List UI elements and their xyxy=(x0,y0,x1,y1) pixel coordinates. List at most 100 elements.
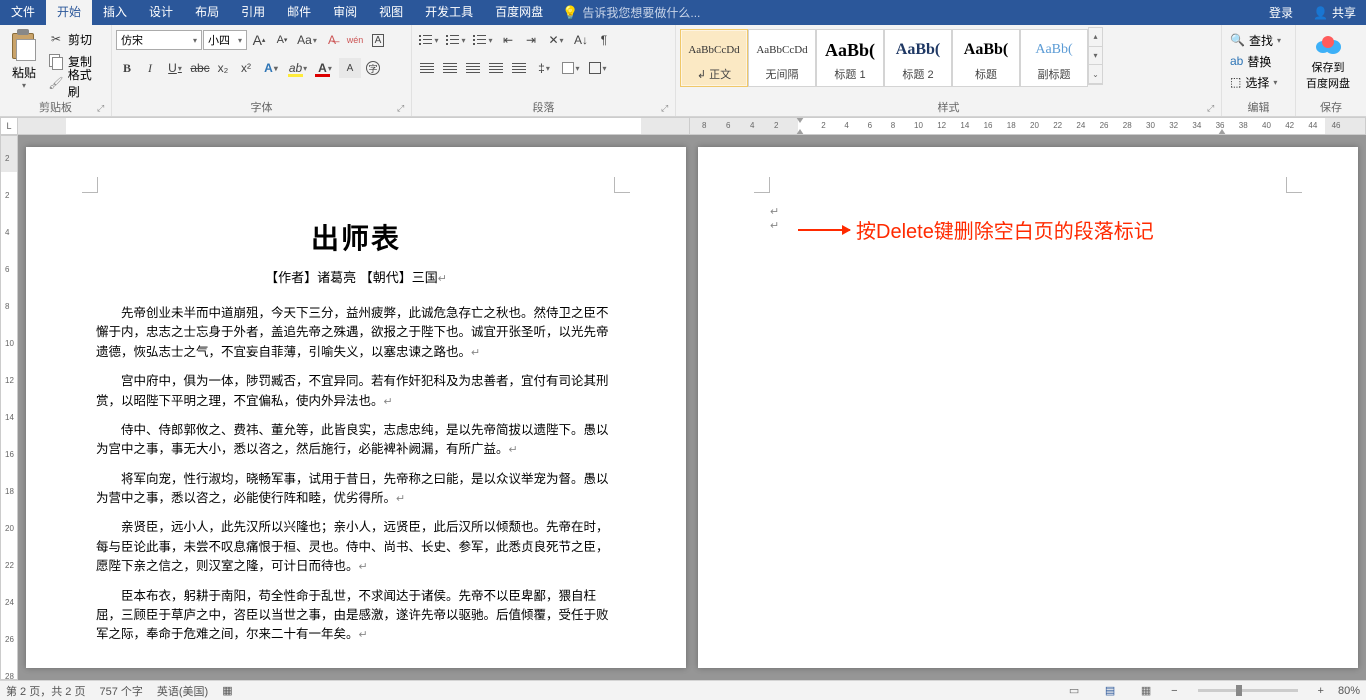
zoom-slider[interactable] xyxy=(1198,689,1298,692)
line-spacing-button[interactable]: ‡▾ xyxy=(531,58,557,78)
cloud-icon xyxy=(1311,29,1345,59)
char-shading-button[interactable]: A xyxy=(339,58,361,78)
align-distribute-button[interactable] xyxy=(508,58,530,78)
align-justify-icon xyxy=(489,63,503,74)
grow-font-button[interactable]: A▴ xyxy=(248,30,270,50)
group-clipboard: 粘贴 ▾ 剪切 复制 格式刷 剪贴板 ⤢ xyxy=(0,25,112,116)
pinyin-guide-button[interactable]: wén xyxy=(344,30,366,50)
text-direction-button[interactable]: ✕▾ xyxy=(543,30,569,50)
bold-button[interactable]: B xyxy=(116,58,138,78)
borders-button[interactable]: ▾ xyxy=(585,58,611,78)
sort-button[interactable]: A↓ xyxy=(570,30,592,50)
menu-file[interactable]: 文件 xyxy=(0,0,46,25)
shrink-font-button[interactable]: A▾ xyxy=(271,30,293,50)
styles-launcher[interactable]: ⤢ xyxy=(1207,103,1219,115)
page-1[interactable]: 出师表 【作者】诸葛亮 【朝代】三国↵ 先帝创业未半而中道崩殂，今天下三分，益州… xyxy=(26,147,686,668)
style-card-3[interactable]: AaBb(标题 2 xyxy=(884,29,952,87)
paste-button[interactable]: 粘贴 ▾ xyxy=(4,27,44,92)
style-card-1[interactable]: AaBbCcDd无间隔 xyxy=(748,29,816,87)
indent-dec-button[interactable]: ⇤ xyxy=(497,30,519,50)
status-bar: 第 2 页，共 2 页 757 个字 英语(美国) ▦ ▭ ▤ ▦ − + 80… xyxy=(0,680,1366,700)
numbering-button[interactable]: ▾ xyxy=(443,30,469,50)
align-distribute-icon xyxy=(512,63,526,74)
font-color-button[interactable]: A▾ xyxy=(312,58,338,78)
menu-layout[interactable]: 布局 xyxy=(184,0,230,25)
status-words[interactable]: 757 个字 xyxy=(99,683,142,699)
align-left-button[interactable] xyxy=(416,58,438,78)
login-button[interactable]: 登录 xyxy=(1259,4,1303,21)
font-size-select[interactable]: 小四▾ xyxy=(203,30,247,50)
format-painter-button[interactable]: 格式刷 xyxy=(48,73,103,93)
shading-button[interactable]: ▾ xyxy=(558,58,584,78)
find-button[interactable]: 🔍查找▾ xyxy=(1230,30,1281,50)
font-launcher[interactable]: ⤢ xyxy=(397,103,409,115)
align-right-button[interactable] xyxy=(462,58,484,78)
bucket-icon xyxy=(562,62,574,74)
style-card-0[interactable]: AaBbCcDd↲ 正文 xyxy=(680,29,748,87)
tell-me-search[interactable]: 💡告诉我您想要做什么... xyxy=(562,4,700,21)
align-center-button[interactable] xyxy=(439,58,461,78)
menu-view[interactable]: 视图 xyxy=(368,0,414,25)
view-read-button[interactable]: ▭ xyxy=(1063,683,1085,699)
menu-mailings[interactable]: 邮件 xyxy=(276,0,322,25)
vruler[interactable]: 2246810121416182022242628 xyxy=(0,135,18,680)
char-border-button[interactable]: A xyxy=(367,30,389,50)
select-button[interactable]: ⬚选择▾ xyxy=(1230,72,1281,92)
annotation: 按Delete键删除空白页的段落标记 xyxy=(798,215,1154,244)
font-family-select[interactable]: 仿宋▾ xyxy=(116,30,202,50)
status-lang[interactable]: 英语(美国) xyxy=(157,683,208,699)
menu-developer[interactable]: 开发工具 xyxy=(414,0,484,25)
menu-insert[interactable]: 插入 xyxy=(92,0,138,25)
menu-home[interactable]: 开始 xyxy=(46,0,92,25)
hruler-right[interactable]: 8642246810121416182022242628303234363840… xyxy=(690,117,1366,135)
indent-inc-button[interactable]: ⇥ xyxy=(520,30,542,50)
paragraph-launcher[interactable]: ⤢ xyxy=(661,103,673,115)
style-card-2[interactable]: AaBb(标题 1 xyxy=(816,29,884,87)
view-web-button[interactable]: ▦ xyxy=(1135,683,1157,699)
hruler-left[interactable] xyxy=(18,117,690,135)
page-2[interactable]: ↵↵ 按Delete键删除空白页的段落标记 xyxy=(698,147,1358,668)
status-macro-icon[interactable]: ▦ xyxy=(222,684,232,697)
paragraph-mark: ↵↵ xyxy=(770,205,779,234)
menu-design[interactable]: 设计 xyxy=(138,0,184,25)
enclose-char-button[interactable]: 字 xyxy=(362,58,384,78)
multilevel-button[interactable]: ▾ xyxy=(470,30,496,50)
show-marks-button[interactable]: ¶ xyxy=(593,30,615,50)
bulb-icon: 💡 xyxy=(562,5,578,21)
highlight-button[interactable]: ab▾ xyxy=(285,58,311,78)
doc-paragraph: 宫中府中，俱为一体，陟罚臧否，不宜异同。若有作奸犯科及为忠善者，宜付有司论其刑赏… xyxy=(96,372,616,411)
view-print-button[interactable]: ▤ xyxy=(1099,683,1121,699)
copy-icon xyxy=(48,53,64,69)
zoom-out-button[interactable]: − xyxy=(1171,685,1177,697)
strike-button[interactable]: abc xyxy=(189,58,211,78)
cut-button[interactable]: 剪切 xyxy=(48,29,103,49)
subscript-button[interactable]: x₂ xyxy=(212,58,234,78)
doc-paragraph: 先帝创业未半而中道崩殂，今天下三分，益州疲弊，此诚危急存亡之秋也。然侍卫之臣不懈… xyxy=(96,304,616,362)
save-baidu-button[interactable]: 保存到 百度网盘 xyxy=(1300,27,1356,93)
brush-icon xyxy=(48,75,64,91)
style-card-5[interactable]: AaBb(副标题 xyxy=(1020,29,1088,87)
align-justify-button[interactable] xyxy=(485,58,507,78)
change-case-button[interactable]: Aa▾ xyxy=(294,30,320,50)
clipboard-launcher[interactable]: ⤢ xyxy=(97,103,109,115)
align-left-icon xyxy=(420,63,434,74)
menu-references[interactable]: 引用 xyxy=(230,0,276,25)
replace-button[interactable]: ab替换 xyxy=(1230,51,1281,71)
text-effects-button[interactable]: A▾ xyxy=(258,58,284,78)
menu-review[interactable]: 审阅 xyxy=(322,0,368,25)
clear-format-button[interactable]: A̶ xyxy=(321,30,343,50)
group-save: 保存到 百度网盘 保存 xyxy=(1296,25,1366,116)
styles-scroll[interactable]: ▴▾⌄ xyxy=(1088,27,1103,85)
underline-button[interactable]: U▾ xyxy=(162,58,188,78)
arrow-icon xyxy=(798,229,850,231)
zoom-in-button[interactable]: + xyxy=(1318,685,1324,697)
style-card-4[interactable]: AaBb(标题 xyxy=(952,29,1020,87)
status-page[interactable]: 第 2 页，共 2 页 xyxy=(6,683,85,699)
menu-baidu[interactable]: 百度网盘 xyxy=(484,0,554,25)
share-button[interactable]: 👤共享 xyxy=(1303,4,1366,21)
italic-button[interactable]: I xyxy=(139,58,161,78)
bullets-button[interactable]: ▾ xyxy=(416,30,442,50)
zoom-value[interactable]: 80% xyxy=(1338,685,1360,697)
tab-selector[interactable]: L xyxy=(0,117,18,135)
superscript-button[interactable]: x² xyxy=(235,58,257,78)
